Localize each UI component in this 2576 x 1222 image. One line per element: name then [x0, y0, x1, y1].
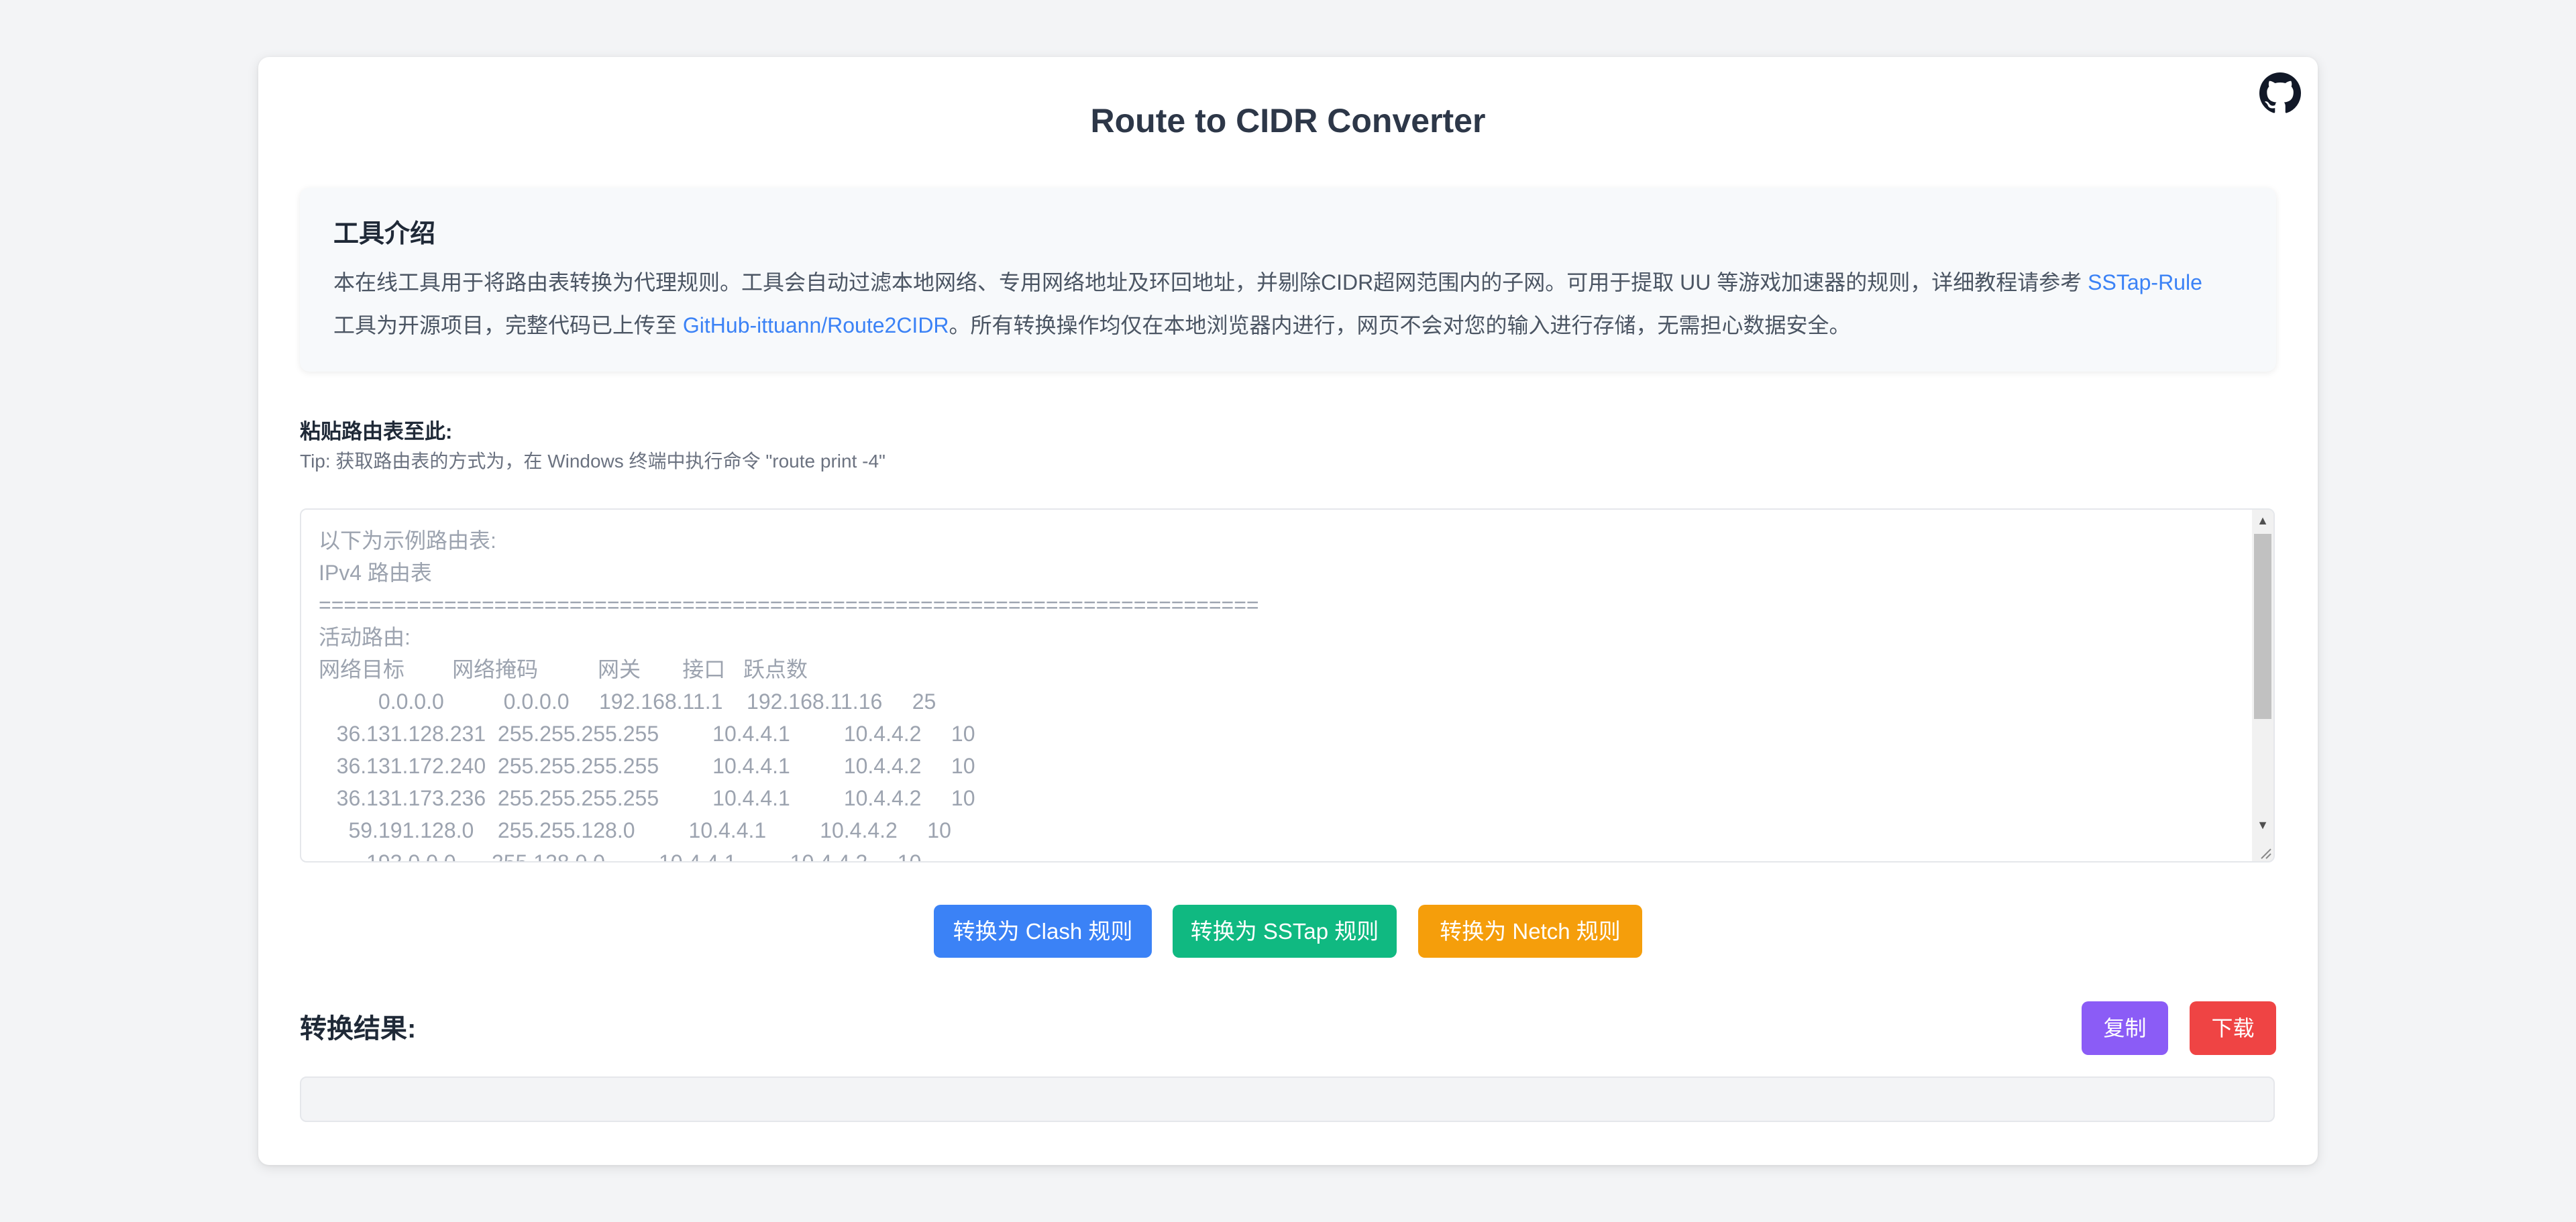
resize-grip-icon[interactable]: [2257, 845, 2272, 860]
github-repo-link[interactable]: GitHub-ittuann/Route2CIDR: [683, 313, 949, 337]
page-title: Route to CIDR Converter: [1090, 102, 1486, 140]
result-output[interactable]: [300, 1076, 2275, 1122]
download-button[interactable]: 下载: [2190, 1001, 2276, 1055]
intro-line-1: 本在线工具用于将路由表转换为代理规则。工具会自动过滤本地网络、专用网络地址及环回…: [333, 266, 2202, 299]
textarea-scrollbar[interactable]: ▲ ▼: [2252, 510, 2273, 861]
scroll-up-icon[interactable]: ▲: [2252, 510, 2273, 531]
sstap-rule-link[interactable]: SSTap-Rule: [2088, 270, 2202, 294]
scroll-thumb[interactable]: [2254, 534, 2271, 719]
tip-text: Tip: 获取路由表的方式为，在 Windows 终端中执行命令 "route …: [300, 451, 885, 471]
convert-clash-button[interactable]: 转换为 Clash 规则: [934, 905, 1152, 958]
intro-line-2-text-before: 工具为开源项目，完整代码已上传至: [333, 313, 683, 337]
intro-panel: 工具介绍 本在线工具用于将路由表转换为代理规则。工具会自动过滤本地网络、专用网络…: [300, 188, 2276, 372]
intro-line-1-text: 本在线工具用于将路由表转换为代理规则。工具会自动过滤本地网络、专用网络地址及环回…: [333, 270, 2088, 294]
convert-netch-button[interactable]: 转换为 Netch 规则: [1418, 905, 1642, 958]
textarea-placeholder: 以下为示例路由表: IPv4 路由表 =====================…: [319, 529, 1259, 863]
intro-line-2: 工具为开源项目，完整代码已上传至 GitHub-ittuann/Route2CI…: [333, 309, 1851, 342]
copy-button[interactable]: 复制: [2082, 1001, 2168, 1055]
paste-label: 粘贴路由表至此:: [300, 420, 453, 443]
convert-sstap-button[interactable]: 转换为 SSTap 规则: [1173, 905, 1397, 958]
route-table-textarea[interactable]: 以下为示例路由表: IPv4 路由表 =====================…: [300, 508, 2275, 863]
intro-line-2-text-after: 。所有转换操作均仅在本地浏览器内进行，网页不会对您的输入进行存储，无需担心数据安…: [949, 313, 1851, 337]
scroll-down-icon[interactable]: ▼: [2252, 814, 2273, 836]
intro-heading: 工具介绍: [333, 220, 436, 248]
result-label: 转换结果:: [300, 1014, 417, 1044]
